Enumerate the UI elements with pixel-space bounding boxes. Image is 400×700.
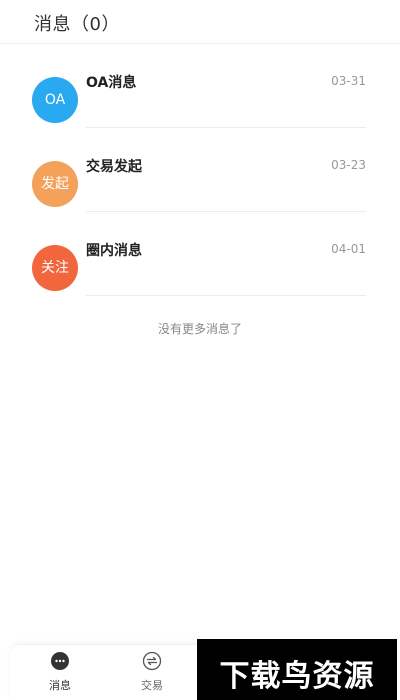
avatar: 关注 (32, 245, 78, 291)
messages-page: 消息（0） OA OA消息 03-31 发起 交易发起 03-23 关注 圈内消… (0, 0, 400, 700)
message-item-oa[interactable]: OA OA消息 03-31 (0, 44, 400, 128)
message-date: 03-31 (331, 74, 366, 88)
message-title: OA消息 (86, 75, 137, 91)
divider (86, 295, 366, 296)
message-item-trade[interactable]: 发起 交易发起 03-23 (0, 128, 400, 212)
tab-label: 消息 (49, 679, 71, 692)
avatar-text: 关注 (41, 260, 69, 276)
page-header: 消息（0） (0, 0, 400, 44)
chat-bubble-icon (51, 652, 69, 670)
message-date: 04-01 (331, 242, 366, 256)
no-more-messages-text: 没有更多消息了 (157, 322, 242, 336)
message-title: 交易发起 (86, 159, 142, 175)
message-date: 03-23 (331, 158, 366, 172)
tab-messages[interactable]: 消息 (30, 651, 90, 693)
watermark-logo: 下载鸟资源 (197, 639, 397, 700)
exchange-icon (142, 651, 162, 671)
tab-trade[interactable]: 交易 (122, 651, 182, 693)
avatar-text: OA (44, 92, 66, 108)
page-title: 消息（0） (34, 14, 120, 35)
message-list: OA OA消息 03-31 发起 交易发起 03-23 关注 圈内消息 04-0… (0, 44, 400, 296)
tab-label: 交易 (141, 679, 163, 692)
avatar: 发起 (32, 161, 78, 207)
avatar: OA (32, 77, 78, 123)
message-title: 圈内消息 (86, 243, 142, 259)
avatar-text: 发起 (41, 176, 69, 192)
message-item-circle[interactable]: 关注 圈内消息 04-01 (0, 212, 400, 296)
watermark-text: 下载鸟资源 (219, 659, 375, 694)
